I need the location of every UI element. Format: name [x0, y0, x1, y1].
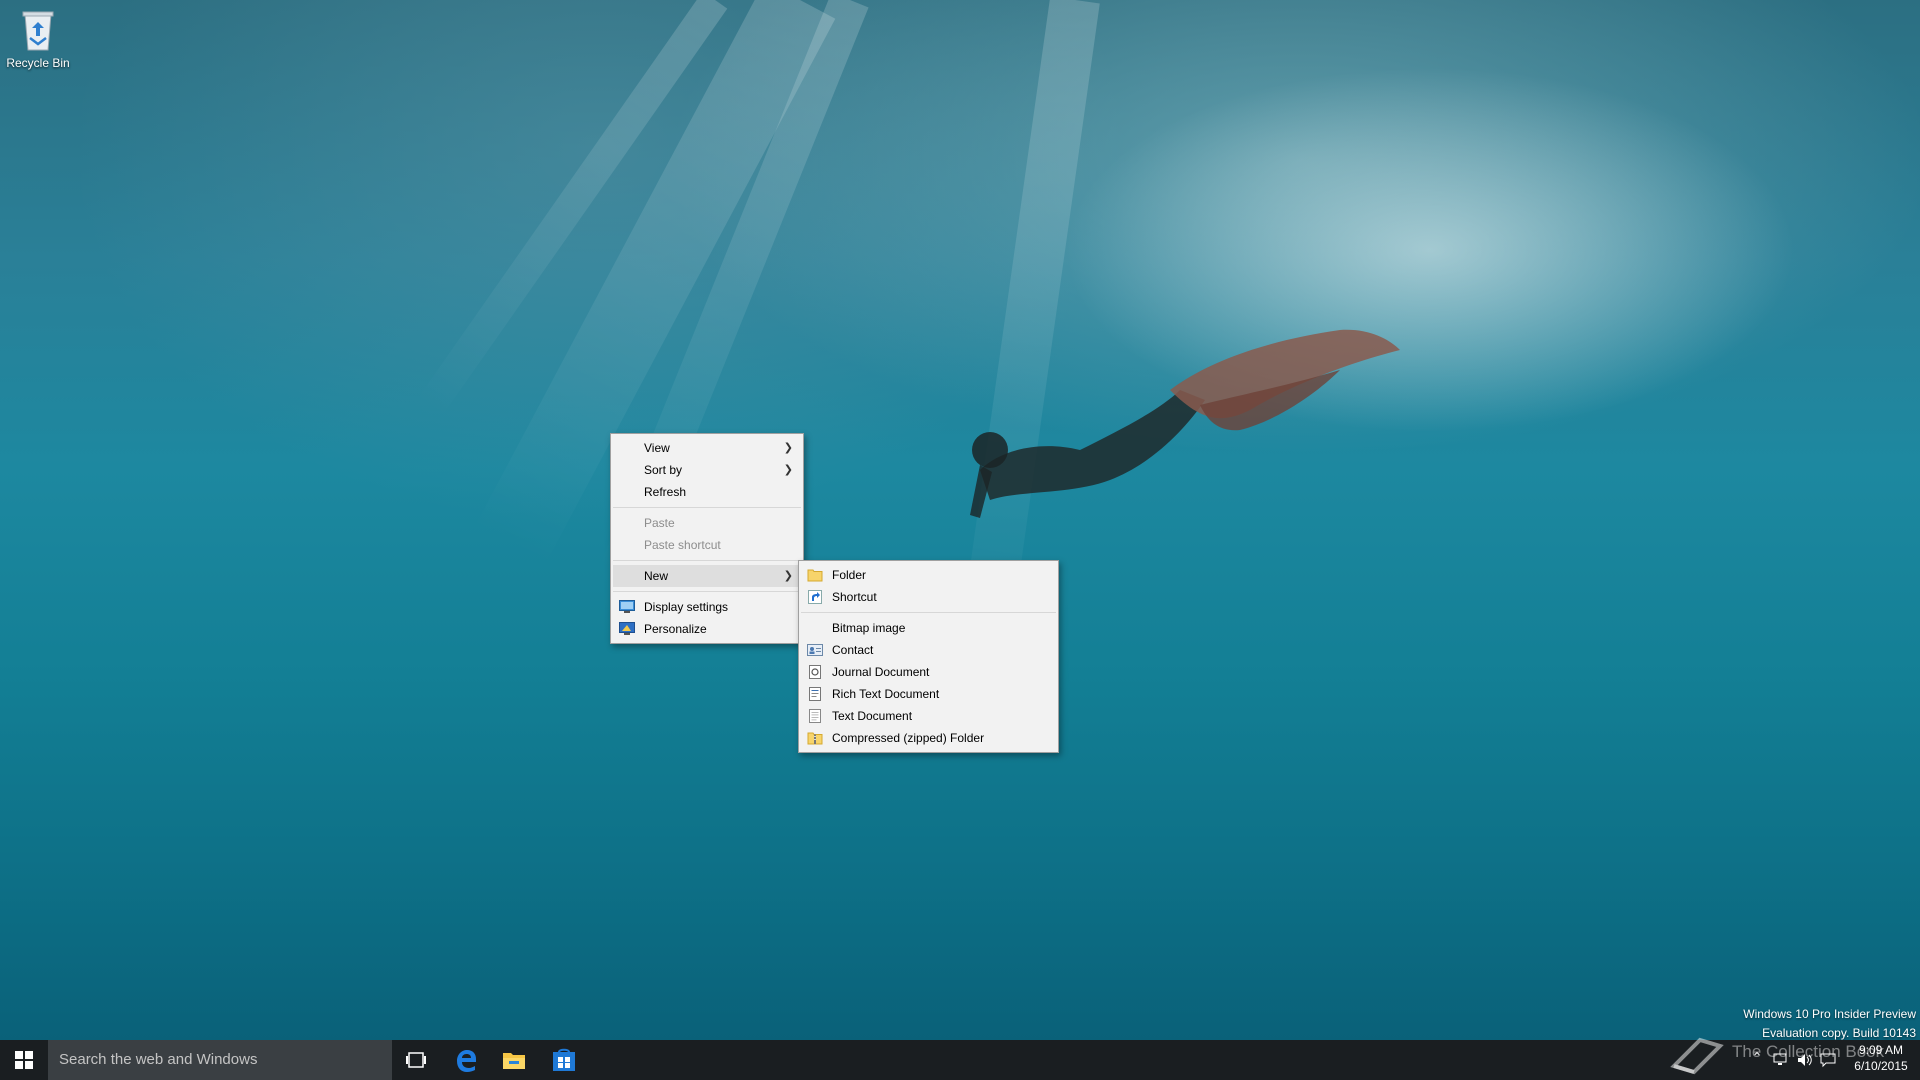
zip-folder-icon — [807, 732, 823, 745]
start-button[interactable] — [0, 1040, 48, 1080]
text-document-icon — [809, 709, 821, 723]
store-button[interactable] — [540, 1040, 588, 1080]
contact-icon — [807, 644, 823, 656]
task-view-icon — [406, 1052, 426, 1068]
windows-logo-icon — [15, 1051, 33, 1069]
menu-item-label: Journal Document — [832, 665, 930, 679]
menu-item-paste-shortcut: Paste shortcut — [611, 534, 803, 556]
menu-item-label: Compressed (zipped) Folder — [832, 731, 985, 745]
chevron-right-icon: ❯ — [783, 464, 793, 476]
menu-item-label: Contact — [832, 643, 874, 657]
submenu-item-shortcut[interactable]: Shortcut — [799, 586, 1058, 608]
submenu-item-text[interactable]: Text Document — [799, 705, 1058, 727]
task-view-button[interactable] — [392, 1040, 440, 1080]
menu-separator — [613, 507, 801, 508]
recycle-bin-icon — [22, 11, 54, 51]
desktop-icon-recycle-bin[interactable]: Recycle Bin — [4, 6, 72, 70]
taskbar: Search the web and Windows ⌃ 9:09 AM 6/1… — [0, 1040, 1920, 1080]
menu-item-display-settings[interactable]: Display settings — [611, 596, 803, 618]
chevron-right-icon: ❯ — [783, 570, 793, 582]
brand-label: The Collection Book — [1732, 1042, 1885, 1061]
personalize-icon — [619, 622, 635, 635]
menu-item-view[interactable]: View ❯ — [611, 437, 803, 459]
desktop-wallpaper[interactable]: Recycle Bin Windows 10 Pro Insider Previ… — [0, 0, 1920, 1040]
menu-item-personalize[interactable]: Personalize — [611, 618, 803, 640]
menu-item-label: Text Document — [832, 709, 913, 723]
display-settings-icon — [619, 600, 635, 613]
search-input[interactable]: Search the web and Windows — [48, 1040, 392, 1080]
desktop-context-menu: View ❯ Sort by ❯ Refresh Paste Paste sho… — [610, 433, 804, 644]
submenu-item-folder[interactable]: Folder — [799, 564, 1058, 586]
store-icon — [553, 1048, 575, 1071]
menu-item-label: Rich Text Document — [832, 687, 940, 701]
menu-item-label: Display settings — [644, 600, 729, 614]
menu-item-label: Refresh — [644, 485, 687, 499]
menu-item-label: Bitmap image — [832, 621, 906, 635]
shortcut-icon — [808, 590, 822, 604]
menu-item-label: Sort by — [644, 463, 683, 477]
new-submenu: Folder Shortcut Bitmap image Contact Jou… — [798, 560, 1059, 753]
submenu-item-rich-text[interactable]: Rich Text Document — [799, 683, 1058, 705]
submenu-item-compressed[interactable]: Compressed (zipped) Folder — [799, 727, 1058, 749]
menu-item-label: Shortcut — [832, 590, 877, 604]
file-explorer-icon — [503, 1053, 525, 1069]
collection-book-watermark: The Collection Book — [1670, 1030, 1900, 1080]
edge-icon — [457, 1050, 476, 1072]
folder-icon — [807, 569, 823, 582]
chevron-right-icon: ❯ — [783, 442, 793, 454]
menu-item-label: Folder — [832, 568, 867, 582]
menu-item-paste: Paste — [611, 512, 803, 534]
journal-document-icon — [809, 665, 821, 679]
menu-separator — [801, 612, 1056, 613]
file-explorer-button[interactable] — [490, 1040, 538, 1080]
diver-silhouette — [970, 329, 1400, 518]
menu-item-label: Personalize — [644, 622, 707, 636]
menu-separator — [613, 560, 801, 561]
menu-item-refresh[interactable]: Refresh — [611, 481, 803, 503]
rich-text-document-icon — [809, 687, 821, 701]
submenu-item-bitmap[interactable]: Bitmap image — [799, 617, 1058, 639]
menu-item-label: New — [644, 569, 669, 583]
menu-separator — [613, 591, 801, 592]
submenu-item-journal[interactable]: Journal Document — [799, 661, 1058, 683]
submenu-item-contact[interactable]: Contact — [799, 639, 1058, 661]
watermark-edition: Windows 10 Pro Insider Preview — [1743, 1007, 1916, 1021]
menu-item-sort-by[interactable]: Sort by ❯ — [611, 459, 803, 481]
menu-item-label: Paste — [644, 516, 675, 530]
menu-item-new[interactable]: New ❯ — [613, 565, 801, 587]
menu-item-label: View — [644, 441, 670, 455]
search-placeholder: Search the web and Windows — [59, 1051, 258, 1068]
edge-browser-button[interactable] — [442, 1040, 490, 1080]
book-logo-icon — [1670, 1037, 1724, 1075]
menu-item-label: Paste shortcut — [644, 538, 721, 552]
desktop-icon-label: Recycle Bin — [6, 56, 70, 70]
